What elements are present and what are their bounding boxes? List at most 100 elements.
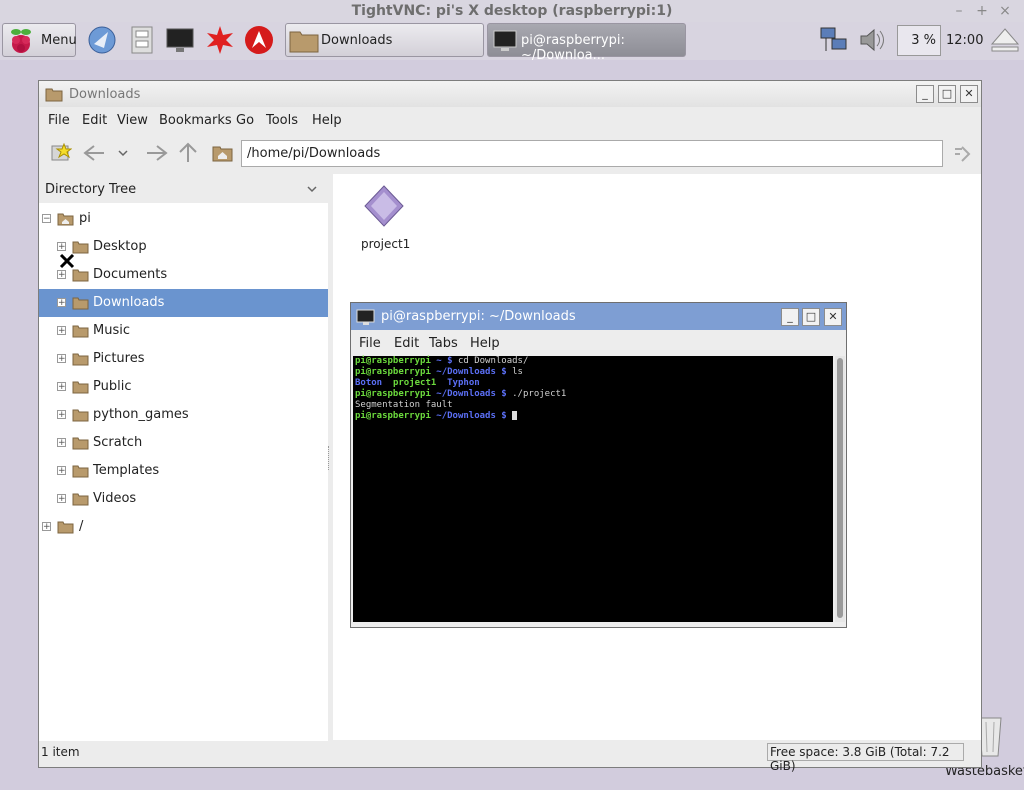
menu-file[interactable]: File	[48, 113, 70, 128]
task-label: Downloads	[321, 33, 393, 48]
vnc-minimize-button[interactable]: –	[950, 2, 968, 20]
folder-icon	[72, 241, 89, 254]
close-button[interactable]: ✕	[824, 308, 842, 326]
menu-button[interactable]: Menu	[2, 23, 77, 57]
home-folder-icon	[57, 213, 74, 226]
menu-view[interactable]: View	[117, 113, 148, 128]
window-titlebar[interactable]: Downloads _ □ ✕	[39, 81, 981, 107]
expand-icon[interactable]: +	[57, 494, 66, 504]
tree-item-desktop[interactable]: + Desktop	[39, 233, 328, 261]
terminal-menu-tabs[interactable]: Tabs	[429, 336, 458, 351]
tree-label: Scratch	[93, 435, 143, 450]
terminal-menu-file[interactable]: File	[359, 336, 381, 351]
prompt: pi@raspberrypi	[355, 356, 431, 366]
menu-go[interactable]: Go	[236, 113, 254, 128]
network-icon[interactable]	[818, 25, 850, 55]
task-terminal[interactable]: pi@raspberrypi: ~/Downloa...	[487, 23, 686, 63]
expand-icon[interactable]: +	[57, 298, 66, 308]
tree-label: Public	[93, 379, 132, 394]
command: ls	[512, 367, 523, 377]
sidebar-header[interactable]: Directory Tree	[45, 182, 136, 197]
tree-item-root[interactable]: + /	[39, 513, 328, 541]
prompt: pi@raspberrypi	[355, 411, 431, 421]
vnc-maximize-button[interactable]: +	[973, 2, 991, 20]
terminal-menu-help[interactable]: Help	[470, 336, 500, 351]
expand-icon[interactable]: +	[57, 326, 66, 336]
terminal-output[interactable]: pi@raspberrypi ~ $ cd Downloads/pi@raspb…	[353, 356, 833, 622]
tree-item-pictures[interactable]: + Pictures	[39, 345, 328, 373]
web-browser-icon[interactable]	[86, 24, 118, 56]
collapse-icon[interactable]: −	[42, 214, 51, 224]
prompt-path: ~/Downloads $	[430, 367, 513, 377]
terminal-line: pi@raspberrypi ~ $ cd Downloads/	[355, 356, 831, 367]
menu-bookmarks[interactable]: Bookmarks	[159, 113, 232, 128]
taskbar: Menu Downloads pi@raspberrypi: ~/Downloa…	[0, 22, 1024, 63]
eject-icon[interactable]	[990, 26, 1020, 54]
vnc-title: TightVNC: pi's X desktop (raspberrypi:1)	[351, 3, 673, 19]
expand-icon[interactable]: +	[57, 410, 66, 420]
tree-item-templates[interactable]: + Templates	[39, 457, 328, 485]
close-button[interactable]: ✕	[960, 85, 978, 103]
menu-tools[interactable]: Tools	[266, 113, 298, 128]
tree-item-downloads[interactable]: + Downloads	[39, 289, 328, 317]
minimize-button[interactable]: _	[781, 308, 799, 326]
prompt: pi@raspberrypi	[355, 389, 431, 399]
file-manager-icon[interactable]	[128, 24, 156, 56]
command: ./project1	[512, 389, 567, 399]
raspberry-icon	[11, 29, 31, 53]
cpu-monitor: 3 %	[897, 25, 941, 56]
terminal-line: pi@raspberrypi ~/Downloads $ ls	[355, 367, 831, 378]
tree-label: python_games	[93, 407, 189, 422]
tree-item-pi[interactable]: − pi	[39, 205, 328, 233]
menu-help[interactable]: Help	[312, 113, 342, 128]
status-bar: 1 item Free space: 3.8 GiB (Total: 7.2 G…	[39, 741, 981, 773]
home-icon[interactable]	[212, 143, 234, 163]
go-icon[interactable]	[951, 143, 973, 165]
pane-splitter[interactable]	[328, 446, 331, 470]
prompt: pi@raspberrypi	[355, 367, 431, 377]
terminal-titlebar[interactable]: pi@raspberrypi: ~/Downloads _ □ ✕	[351, 303, 846, 330]
tree-item-music[interactable]: + Music	[39, 317, 328, 345]
chevron-down-icon[interactable]	[305, 182, 319, 196]
expand-icon[interactable]: +	[57, 382, 66, 392]
wolfram-icon[interactable]	[243, 24, 275, 56]
tree-item-python-games[interactable]: + python_games	[39, 401, 328, 429]
scrollbar[interactable]	[835, 356, 845, 622]
mathematica-icon[interactable]	[204, 24, 236, 56]
dir-entry: Typhon	[447, 378, 480, 388]
maximize-button[interactable]: □	[938, 85, 956, 103]
tree-label: Desktop	[93, 239, 147, 254]
terminal-icon[interactable]	[164, 24, 196, 56]
task-downloads[interactable]: Downloads	[285, 23, 484, 57]
window-title: Downloads	[69, 87, 141, 102]
vnc-close-button[interactable]: ×	[996, 2, 1014, 20]
path-input[interactable]: /home/pi/Downloads	[241, 140, 943, 167]
terminal-menu-edit[interactable]: Edit	[394, 336, 419, 351]
minimize-button[interactable]: _	[916, 85, 934, 103]
volume-icon[interactable]	[857, 25, 889, 55]
maximize-button[interactable]: □	[802, 308, 820, 326]
file-item[interactable]: project1	[349, 184, 417, 254]
expand-icon[interactable]: +	[42, 522, 51, 532]
expand-icon[interactable]: +	[57, 438, 66, 448]
tree-label: Pictures	[93, 351, 145, 366]
tree-label: pi	[79, 211, 91, 226]
tree-item-scratch[interactable]: + Scratch	[39, 429, 328, 457]
expand-icon[interactable]: +	[57, 354, 66, 364]
back-icon[interactable]	[82, 143, 108, 163]
new-tab-icon[interactable]	[50, 143, 72, 163]
up-icon[interactable]	[177, 141, 199, 165]
menu-edit[interactable]: Edit	[82, 113, 107, 128]
folder-icon	[72, 297, 89, 310]
scrollbar-thumb[interactable]	[837, 358, 843, 618]
folder-icon	[72, 437, 89, 450]
expand-icon[interactable]: +	[57, 242, 66, 252]
tree-item-videos[interactable]: + Videos	[39, 485, 328, 513]
tree-item-documents[interactable]: + Documents	[39, 261, 328, 289]
terminal-icon	[493, 30, 517, 51]
tree-item-public[interactable]: + Public	[39, 373, 328, 401]
forward-icon[interactable]	[143, 143, 169, 163]
chevron-down-icon[interactable]	[116, 145, 130, 161]
expand-icon[interactable]: +	[57, 270, 66, 280]
expand-icon[interactable]: +	[57, 466, 66, 476]
